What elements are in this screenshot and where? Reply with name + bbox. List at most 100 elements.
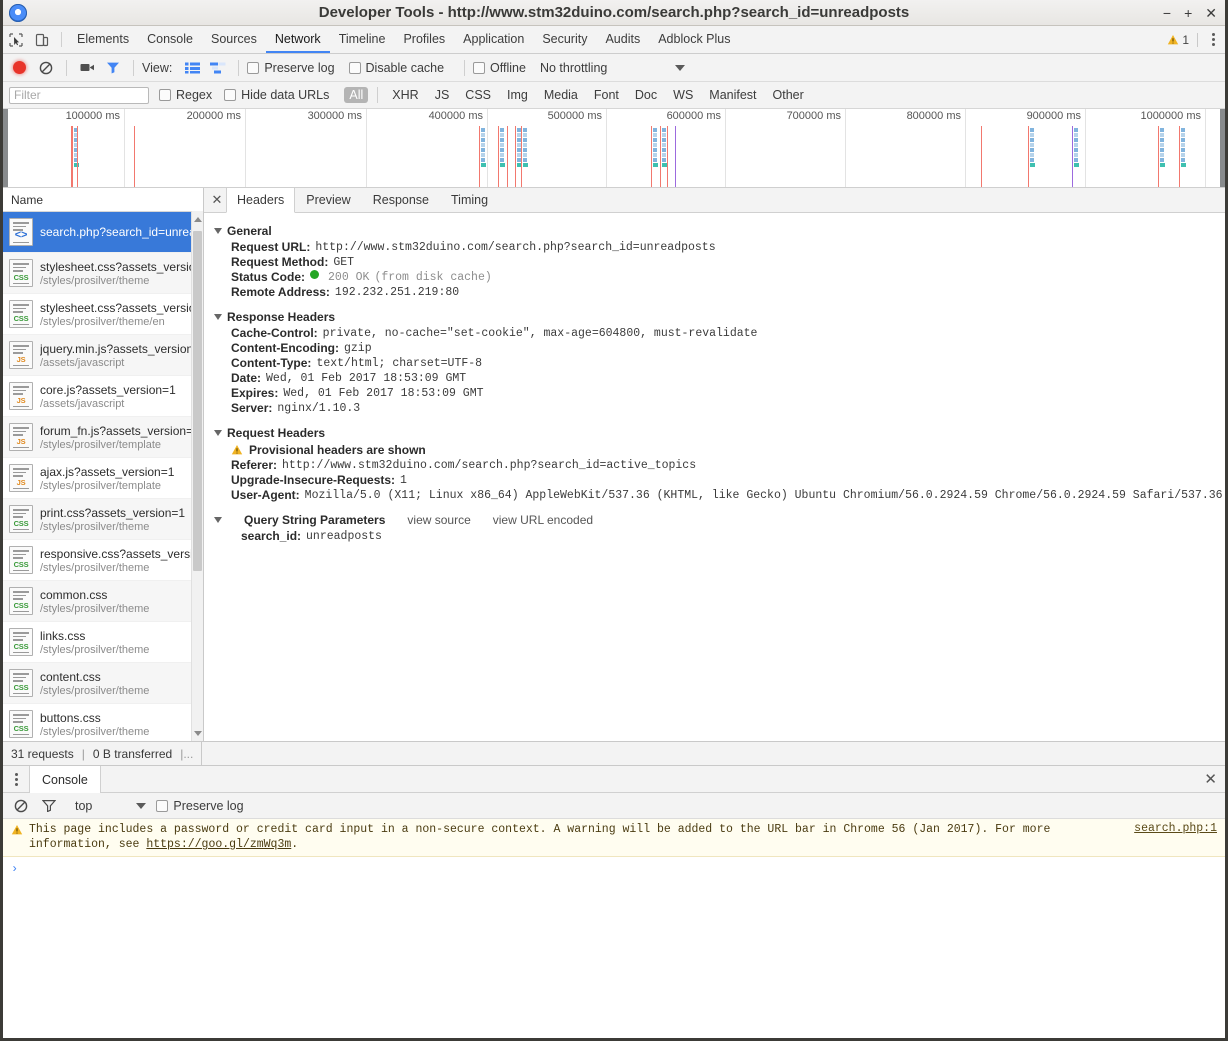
type-filter-all[interactable]: All bbox=[344, 87, 368, 103]
header-row: Referer: http://www.stm32duino.com/searc… bbox=[214, 458, 1225, 473]
tab-sources[interactable]: Sources bbox=[202, 26, 266, 53]
scrollbar-thumb[interactable] bbox=[193, 231, 202, 571]
header-key: User-Agent: bbox=[231, 488, 300, 503]
overview-wait-marker bbox=[523, 158, 527, 162]
request-name: responsive.css?assets_versio.. bbox=[40, 547, 203, 561]
tab-security[interactable]: Security bbox=[533, 26, 596, 53]
details-tab-timing[interactable]: Timing bbox=[440, 188, 499, 212]
header-value: 192.232.251.219:80 bbox=[330, 285, 459, 300]
view-source-link[interactable]: view source bbox=[407, 513, 470, 527]
view-list-icon[interactable] bbox=[180, 57, 204, 79]
console-message-list[interactable]: This page includes a password or credit … bbox=[3, 819, 1225, 1001]
type-filter-doc[interactable]: Doc bbox=[630, 87, 662, 103]
console-warning-message[interactable]: This page includes a password or credit … bbox=[3, 819, 1225, 857]
request-row[interactable]: CSSbuttons.css/styles/prosilver/theme bbox=[3, 704, 203, 741]
request-row[interactable]: JScore.js?assets_version=1/assets/javasc… bbox=[3, 376, 203, 417]
request-list[interactable]: <>search.php?search_id=unreadpostsCSSsty… bbox=[3, 212, 203, 741]
close-button[interactable]: ✕ bbox=[1205, 6, 1217, 20]
type-filter-font[interactable]: Font bbox=[589, 87, 624, 103]
warning-more-info-link[interactable]: https://goo.gl/zmWq3m bbox=[146, 838, 291, 851]
request-list-scrollbar[interactable] bbox=[191, 211, 203, 741]
request-row[interactable]: CSSstylesheet.css?assets_version=1/style… bbox=[3, 294, 203, 335]
record-button-icon[interactable] bbox=[13, 61, 26, 74]
clear-console-icon[interactable] bbox=[9, 795, 33, 817]
tab-timeline[interactable]: Timeline bbox=[330, 26, 395, 53]
type-filter-css[interactable]: CSS bbox=[460, 87, 496, 103]
type-filter-img[interactable]: Img bbox=[502, 87, 533, 103]
hide-data-urls-checkbox[interactable] bbox=[224, 89, 236, 101]
type-filter-other[interactable]: Other bbox=[768, 87, 809, 103]
tab-profiles[interactable]: Profiles bbox=[394, 26, 454, 53]
drawer-close-icon[interactable]: ✕ bbox=[1204, 766, 1217, 792]
tab-application[interactable]: Application bbox=[454, 26, 533, 53]
section-general-header[interactable]: General bbox=[214, 224, 1225, 238]
request-row[interactable]: CSSresponsive.css?assets_versio../styles… bbox=[3, 540, 203, 581]
css-file-icon: CSS bbox=[9, 710, 33, 738]
request-name: print.css?assets_version=1 bbox=[40, 506, 185, 520]
disable-cache-toggle[interactable]: Disable cache bbox=[349, 61, 445, 75]
scroll-up-arrow-icon[interactable] bbox=[192, 213, 203, 225]
warning-counter[interactable]: 1 bbox=[1167, 33, 1189, 47]
preserve-log-toggle[interactable]: Preserve log bbox=[247, 61, 334, 75]
network-overview-timeline[interactable]: 100000 ms200000 ms300000 ms400000 ms5000… bbox=[3, 109, 1225, 188]
type-filter-ws[interactable]: WS bbox=[668, 87, 698, 103]
request-row[interactable]: JSajax.js?assets_version=1/styles/prosil… bbox=[3, 458, 203, 499]
type-filter-manifest[interactable]: Manifest bbox=[704, 87, 761, 103]
regex-checkbox[interactable] bbox=[159, 89, 171, 101]
clear-icon[interactable] bbox=[34, 57, 58, 79]
chevron-down-icon[interactable] bbox=[136, 803, 146, 809]
drawer-tab-console[interactable]: Console bbox=[29, 766, 101, 793]
filter-funnel-icon[interactable] bbox=[101, 57, 125, 79]
inspect-element-icon[interactable] bbox=[3, 26, 29, 53]
request-row[interactable]: CSSstylesheet.css?assets_version=1/style… bbox=[3, 253, 203, 294]
section-request-headers-header[interactable]: Request Headers bbox=[214, 426, 1225, 440]
console-preserve-log-checkbox[interactable] bbox=[156, 800, 168, 812]
devtools-menu-icon[interactable] bbox=[1206, 33, 1221, 46]
console-filter-funnel-icon[interactable] bbox=[37, 795, 61, 817]
tab-elements[interactable]: Elements bbox=[68, 26, 138, 53]
scroll-down-arrow-icon[interactable] bbox=[192, 727, 203, 739]
section-response-headers-header[interactable]: Response Headers bbox=[214, 310, 1225, 324]
type-filter-js[interactable]: JS bbox=[430, 87, 455, 103]
view-waterfall-icon[interactable] bbox=[206, 57, 230, 79]
type-filter-xhr[interactable]: XHR bbox=[387, 87, 423, 103]
capture-screenshots-camera-icon[interactable] bbox=[75, 57, 99, 79]
regex-toggle[interactable]: Regex bbox=[159, 88, 212, 102]
console-preserve-log-toggle[interactable]: Preserve log bbox=[156, 799, 243, 813]
request-row[interactable]: CSSprint.css?assets_version=1/styles/pro… bbox=[3, 499, 203, 540]
request-row[interactable]: JSforum_fn.js?assets_version=1/styles/pr… bbox=[3, 417, 203, 458]
throttling-select[interactable]: No throttling bbox=[540, 61, 685, 75]
execution-context-select[interactable]: top bbox=[75, 799, 146, 813]
details-tab-preview[interactable]: Preview bbox=[295, 188, 361, 212]
throttling-value: No throttling bbox=[540, 61, 607, 75]
drawer-menu-icon[interactable] bbox=[3, 766, 29, 792]
toggle-device-toolbar-icon[interactable] bbox=[29, 26, 55, 53]
maximize-button[interactable]: + bbox=[1184, 6, 1192, 20]
minimize-button[interactable]: − bbox=[1163, 6, 1171, 20]
preserve-log-checkbox[interactable] bbox=[247, 62, 259, 74]
tab-console[interactable]: Console bbox=[138, 26, 202, 53]
console-prompt[interactable]: › bbox=[3, 857, 1225, 881]
disable-cache-checkbox[interactable] bbox=[349, 62, 361, 74]
request-row[interactable]: <>search.php?search_id=unreadposts bbox=[3, 212, 203, 253]
header-value: Wed, 01 Feb 2017 18:53:09 GMT bbox=[261, 371, 466, 386]
type-filter-media[interactable]: Media bbox=[539, 87, 583, 103]
filter-input[interactable] bbox=[9, 87, 149, 104]
view-url-encoded-link[interactable]: view URL encoded bbox=[493, 513, 593, 527]
close-details-icon[interactable]: ✕ bbox=[208, 188, 226, 212]
tab-adblock-plus[interactable]: Adblock Plus bbox=[649, 26, 739, 53]
details-tab-headers[interactable]: Headers bbox=[226, 188, 295, 213]
hide-data-urls-toggle[interactable]: Hide data URLs bbox=[224, 88, 329, 102]
console-message-source-link[interactable]: search.php:1 bbox=[1134, 822, 1217, 835]
tab-audits[interactable]: Audits bbox=[596, 26, 649, 53]
offline-checkbox[interactable] bbox=[473, 62, 485, 74]
section-query-string-header[interactable]: Query String Parameters view source view… bbox=[214, 513, 1225, 527]
chevron-down-icon[interactable] bbox=[675, 65, 685, 71]
offline-toggle[interactable]: Offline bbox=[473, 61, 526, 75]
request-row[interactable]: CSScontent.css/styles/prosilver/theme bbox=[3, 663, 203, 704]
request-row[interactable]: CSSlinks.css/styles/prosilver/theme bbox=[3, 622, 203, 663]
request-row[interactable]: JSjquery.min.js?assets_version=1/assets/… bbox=[3, 335, 203, 376]
request-row[interactable]: CSScommon.css/styles/prosilver/theme bbox=[3, 581, 203, 622]
details-tab-response[interactable]: Response bbox=[362, 188, 440, 212]
tab-network[interactable]: Network bbox=[266, 26, 330, 53]
